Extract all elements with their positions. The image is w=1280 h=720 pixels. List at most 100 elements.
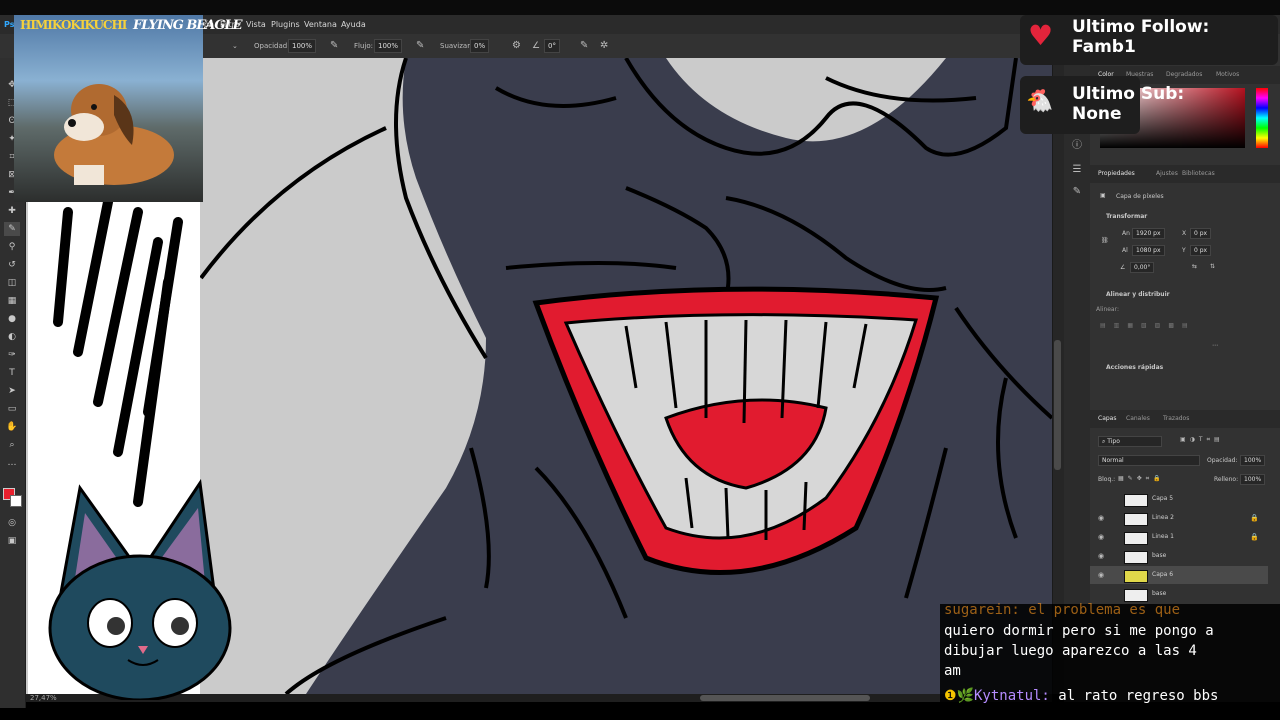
brush-preset-chevron-icon[interactable]: ⌄ — [232, 34, 238, 58]
tab-patterns[interactable]: Motivos — [1216, 66, 1239, 84]
smoothing-settings-gear-icon[interactable]: ⚙ — [512, 34, 521, 58]
height-label: Al — [1122, 247, 1128, 254]
healing-tool-icon[interactable]: ✚ — [4, 204, 20, 218]
hand-tool-icon[interactable]: ✋ — [4, 420, 20, 434]
flip-vertical-icon[interactable]: ⇅ — [1210, 263, 1215, 270]
tab-adjustments[interactable]: Ajustes — [1156, 165, 1178, 183]
tab-channels[interactable]: Canales — [1126, 410, 1150, 428]
tab-properties[interactable]: Propiedades — [1098, 165, 1135, 183]
properties-panel-tabs: Propiedades Ajustes Bibliotecas — [1090, 165, 1280, 183]
properties-icon[interactable]: ☰ — [1069, 162, 1085, 178]
smooth-input[interactable]: 0% — [470, 39, 490, 53]
leaf-icon: 🌿 — [956, 688, 974, 704]
last-sub-name: None — [1072, 104, 1122, 124]
menu-item-plugins[interactable]: Plugins — [271, 15, 300, 34]
layer-row[interactable]: ◉ Linea 2 🔒 — [1090, 509, 1268, 527]
band-logo-right: FLYING BEAGLE — [133, 18, 243, 33]
layer-row[interactable]: ◉ Linea 1 🔒 — [1090, 528, 1268, 546]
opacity-input[interactable]: 100% — [288, 39, 317, 53]
fill-input[interactable]: 100% — [1240, 474, 1266, 485]
zoom-tool-icon[interactable]: ⌕ — [4, 438, 20, 452]
cat-mascot — [48, 478, 232, 702]
align-distribute-section[interactable]: Alinear y distribuir — [1106, 291, 1170, 298]
flow-input[interactable]: 100% — [374, 39, 403, 53]
last-follow-box: ♥ Ultimo Follow: Famb1 — [1020, 15, 1278, 65]
menu-item-vista[interactable]: Vista — [246, 15, 266, 34]
width-input[interactable]: 1920 px — [1132, 228, 1165, 239]
stamp-tool-icon[interactable]: ⚲ — [4, 240, 20, 254]
app-logo[interactable]: Ps — [4, 15, 14, 34]
more-tools-icon[interactable]: … — [4, 456, 20, 470]
rotation-input[interactable]: 0,00° — [1130, 262, 1155, 273]
blur-tool-icon[interactable]: ● — [4, 312, 20, 326]
shape-tool-icon[interactable]: ▭ — [4, 402, 20, 416]
eye-icon[interactable]: ◉ — [1098, 566, 1104, 584]
transform-section[interactable]: Transformar — [1106, 213, 1147, 220]
band-logo-left: HIMIKOKIKUCHI — [20, 18, 127, 32]
pressure-opacity-icon[interactable]: ✎ — [330, 34, 338, 58]
eye-icon[interactable]: ◉ — [1098, 528, 1104, 546]
quick-mask-icon[interactable]: ◎ — [4, 516, 20, 530]
lock-icons[interactable]: ▦✎✥⌗🔒 — [1118, 475, 1165, 483]
lock-label: Bloq.: — [1098, 476, 1116, 483]
vertical-scroll-thumb[interactable] — [1054, 340, 1061, 470]
height-input[interactable]: 1080 px — [1132, 245, 1165, 256]
link-dimensions-icon[interactable]: ⛓ — [1101, 237, 1109, 244]
layer-row-selected[interactable]: ◉ Capa 6 — [1090, 566, 1268, 584]
layer-filter-icons[interactable]: ▣◑T⌗▤ — [1180, 436, 1224, 444]
flip-horizontal-icon[interactable]: ⇆ — [1192, 263, 1197, 270]
angle-input[interactable]: 0° — [544, 39, 560, 53]
cat-mascot-overlay — [40, 478, 240, 702]
angle-icon-properties: ∠ — [1120, 264, 1126, 271]
screen-mode-icon[interactable]: ▣ — [4, 534, 20, 548]
history-brush-tool-icon[interactable]: ↺ — [4, 258, 20, 272]
x-label: X — [1182, 230, 1187, 237]
tab-layers[interactable]: Capas — [1098, 410, 1116, 428]
pen-tool-icon[interactable]: ✑ — [4, 348, 20, 362]
eraser-tool-icon[interactable]: ◫ — [4, 276, 20, 290]
brush-tool-icon[interactable]: ✎ — [4, 222, 20, 236]
menu-item-ayuda[interactable]: Ayuda — [341, 15, 366, 34]
align-buttons-icon[interactable]: ▤▥▦▧▨▩▤ — [1100, 322, 1196, 329]
flow-label: Flujo: — [354, 42, 373, 50]
x-input[interactable]: 0 px — [1190, 228, 1212, 239]
gradient-tool-icon[interactable]: ▦ — [4, 294, 20, 308]
tab-libraries[interactable]: Bibliotecas — [1182, 165, 1215, 183]
chat-message: ❶🌿Kytnatul: al rato regreso bbs — [944, 686, 1218, 706]
eye-icon[interactable]: ◉ — [1098, 509, 1104, 527]
fill-label: Relleno: — [1214, 476, 1239, 483]
eye-icon[interactable]: ◉ — [1098, 547, 1104, 565]
chat-line: quiero dormir pero si me pongo a — [944, 623, 1214, 639]
background-color-swatch[interactable] — [10, 495, 22, 507]
layer-opacity-input[interactable]: 100% — [1240, 455, 1266, 466]
blend-mode-select[interactable]: Normal — [1098, 455, 1200, 466]
type-tool-icon[interactable]: T — [4, 366, 20, 380]
angle-icon: ∠ — [532, 41, 541, 51]
layer-row[interactable]: Capa 5 — [1090, 490, 1268, 508]
info-icon[interactable]: ⓘ — [1069, 138, 1085, 154]
quick-actions-section[interactable]: Acciones rápidas — [1106, 364, 1163, 371]
y-input[interactable]: 0 px — [1190, 245, 1212, 256]
hue-slider[interactable] — [1256, 88, 1268, 148]
horizontal-scroll-thumb[interactable] — [700, 695, 870, 701]
tab-paths[interactable]: Trazados — [1163, 410, 1189, 428]
menu-item-ventana[interactable]: Ventana — [304, 15, 337, 34]
layer-name: Capa 6 — [1152, 571, 1174, 578]
last-sub-title: Ultimo Sub: — [1072, 84, 1185, 104]
lock-icon: 🔒 — [1250, 533, 1259, 541]
layer-kind-filter[interactable]: ⌕ Tipo — [1098, 436, 1162, 447]
opacity-label: Opacidad: — [254, 42, 290, 50]
airbrush-icon[interactable]: ✎ — [416, 34, 424, 58]
layer-kind-filter-value: Tipo — [1107, 438, 1120, 445]
brush-settings-icon[interactable]: ✎ — [1069, 184, 1085, 200]
chat-line: dibujar luego aparezco a las 4 — [944, 643, 1197, 659]
symmetry-icon[interactable]: ✲ — [600, 34, 608, 58]
path-select-tool-icon[interactable]: ➤ — [4, 384, 20, 398]
layer-row[interactable]: ◉ base — [1090, 547, 1268, 565]
more-options-icon[interactable]: ⋯ — [1212, 342, 1218, 349]
align-label: Alinear: — [1096, 306, 1119, 313]
tab-gradients[interactable]: Degradados — [1166, 66, 1202, 84]
layer-thumbnail — [1124, 494, 1148, 507]
pressure-size-icon[interactable]: ✎ — [580, 34, 588, 58]
dodge-tool-icon[interactable]: ◐ — [4, 330, 20, 344]
